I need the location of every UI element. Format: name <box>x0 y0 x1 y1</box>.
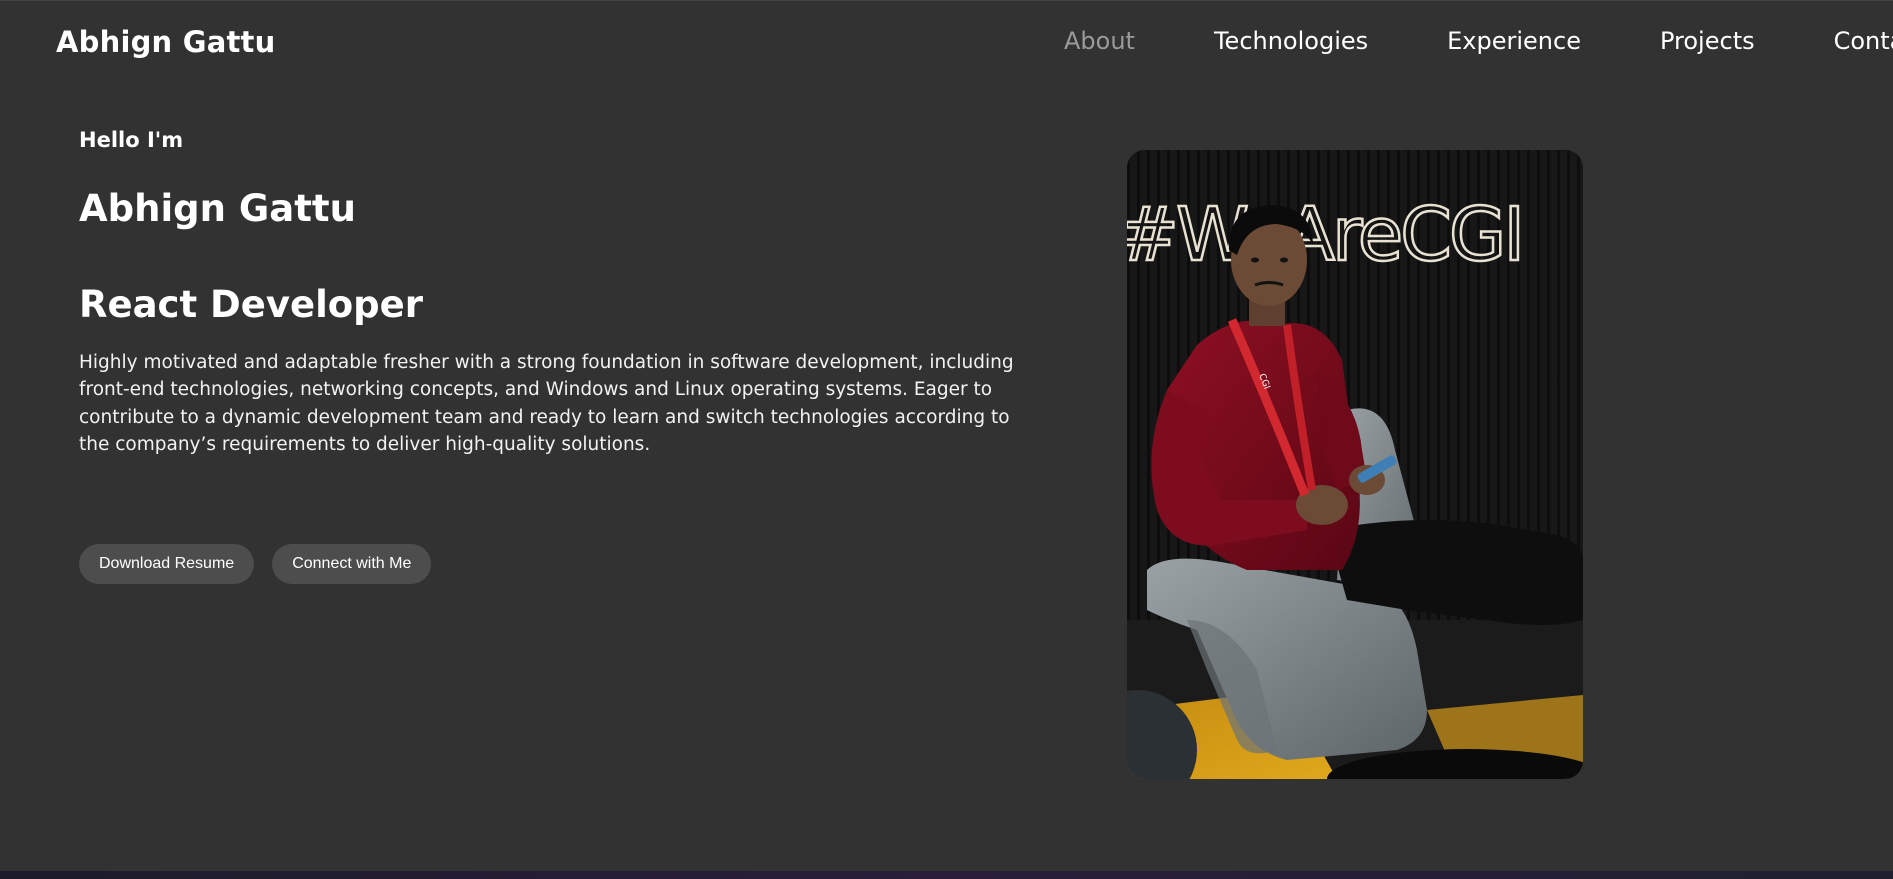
download-resume-button[interactable]: Download Resume <box>79 544 255 584</box>
nav-experience[interactable]: Experience <box>1447 27 1581 55</box>
greeting: Hello I'm <box>79 128 184 152</box>
hero-role: React Developer <box>79 283 424 326</box>
hero-bio: Highly motivated and adaptable fresher w… <box>79 352 1014 455</box>
nav-contact[interactable]: Contact <box>1834 27 1893 55</box>
nav-projects[interactable]: Projects <box>1660 27 1755 55</box>
sign-text: #WeAreCGI <box>1127 192 1522 278</box>
main-nav: About Technologies Experience Projects C… <box>1064 27 1893 55</box>
portfolio-page: Abhign Gattu About Technologies Experien… <box>0 0 1893 879</box>
hero-name: Abhign Gattu <box>79 187 356 230</box>
site-brand[interactable]: Abhign Gattu <box>56 25 275 59</box>
nav-technologies[interactable]: Technologies <box>1214 27 1368 55</box>
profile-photo: #WeAreCGI CGI <box>1127 150 1583 779</box>
nav-about[interactable]: About <box>1064 27 1135 55</box>
os-taskbar-edge <box>0 871 1893 879</box>
hero-actions: Download Resume Connect with Me <box>79 544 432 584</box>
connect-button[interactable]: Connect with Me <box>272 544 432 584</box>
